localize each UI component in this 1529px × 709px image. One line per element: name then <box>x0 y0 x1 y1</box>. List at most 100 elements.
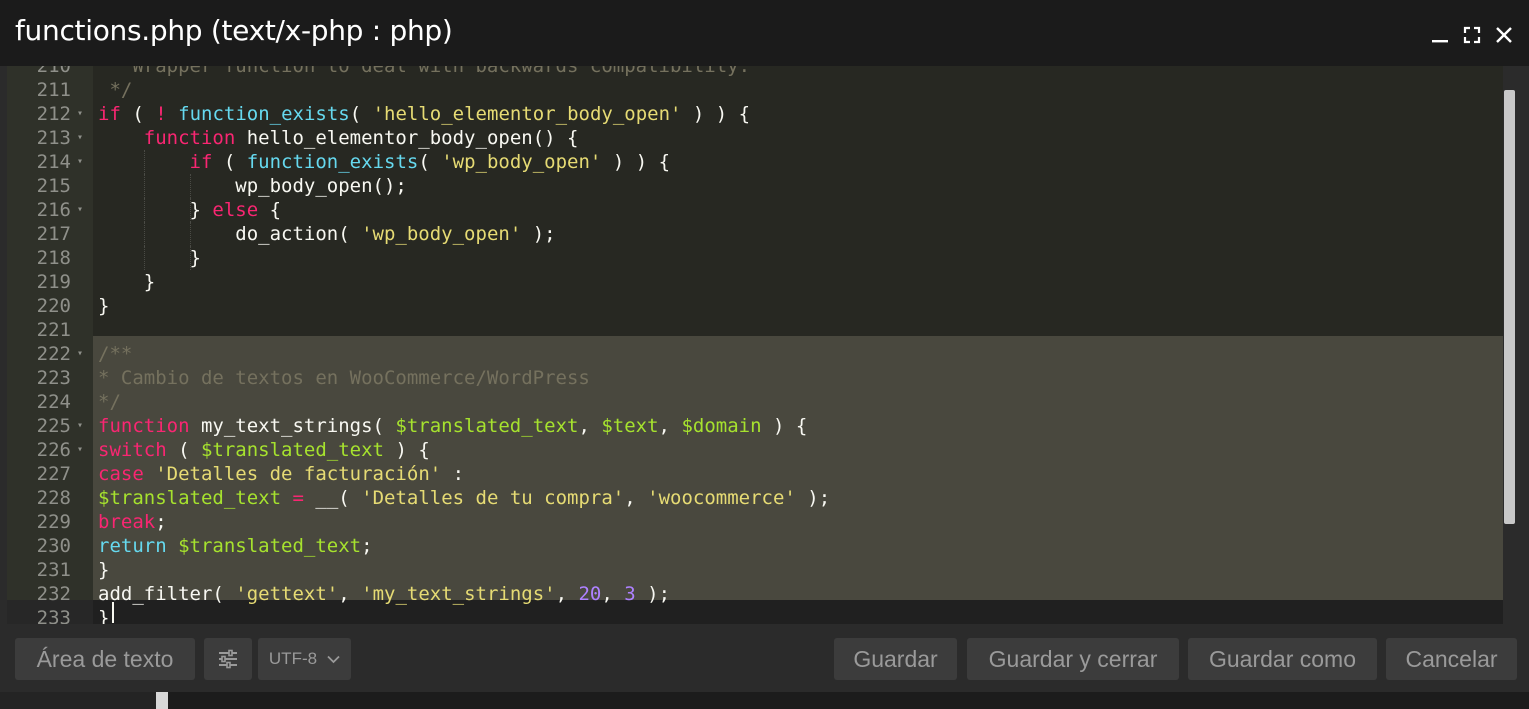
encoding-select[interactable]: UTF-8 <box>258 638 351 680</box>
line-number: 224 <box>36 391 71 413</box>
line-code[interactable]: } <box>98 606 109 624</box>
line-code[interactable]: } <box>98 270 155 294</box>
code-token: Wrapper function to deal with backwards … <box>98 66 751 77</box>
code-line[interactable]: 216 ▾ } else { <box>7 198 1517 222</box>
code-token: hello_elementor_body_open() { <box>235 127 579 149</box>
code-line[interactable]: 223 * Cambio de textos en WooCommerce/Wor… <box>7 366 1517 390</box>
settings-button[interactable] <box>204 638 252 680</box>
code-token: { <box>258 199 282 221</box>
line-code[interactable]: wp_body_open(); <box>98 174 407 198</box>
save-as-button[interactable]: Guardar como <box>1188 638 1377 680</box>
line-code[interactable]: add_filter( 'gettext', 'my_text_strings'… <box>98 582 670 606</box>
code-line[interactable]: 211 */ <box>7 78 1517 102</box>
code-line[interactable]: 222 ▾ /** <box>7 342 1517 366</box>
code-token: ( <box>212 151 247 173</box>
line-code[interactable]: } <box>98 558 109 582</box>
code-line[interactable]: 212 ▾ if ( ! function_exists( 'hello_eleme… <box>7 102 1517 126</box>
code-token: } <box>98 559 110 581</box>
code-token: ); <box>795 487 831 509</box>
code-line[interactable]: 232 add_filter( 'gettext', 'my_text_strin… <box>7 582 1517 606</box>
code-token: /** <box>98 343 133 365</box>
code-token: ) ) { <box>601 151 671 173</box>
code-token: $translated_text <box>98 487 282 509</box>
code-line[interactable]: 229 break; <box>7 510 1517 534</box>
title-bar[interactable]: functions.php (text/x-php : php) <box>0 0 1529 66</box>
code-line[interactable]: 233} <box>7 606 1517 624</box>
line-number: 232 <box>36 583 71 605</box>
code-token: } <box>98 247 201 269</box>
code-token: , <box>338 583 362 605</box>
fold-arrow-icon[interactable]: ▾ <box>77 342 89 366</box>
code-editor[interactable]: 210 Wrapper function to deal with backwa… <box>7 66 1517 624</box>
code-line[interactable]: 224 */ <box>7 390 1517 414</box>
line-code[interactable]: /** <box>98 342 132 366</box>
line-code[interactable]: */ <box>98 390 121 414</box>
line-code[interactable]: function hello_elementor_body_open() { <box>98 126 579 150</box>
vertical-scrollbar[interactable] <box>1503 66 1517 624</box>
close-icon[interactable] <box>1495 26 1513 44</box>
code-line[interactable]: 228 $translated_text = __( 'Detalles de t… <box>7 486 1517 510</box>
save-and-close-button[interactable]: Guardar y cerrar <box>967 638 1179 680</box>
line-code[interactable]: switch ( $translated_text ) { <box>98 438 430 462</box>
line-number: 219 <box>36 271 71 293</box>
code-line[interactable]: 231} <box>7 558 1517 582</box>
line-code[interactable]: break; <box>98 510 167 534</box>
save-button[interactable]: Guardar <box>834 638 957 680</box>
minimize-icon[interactable] <box>1431 26 1449 44</box>
code-lines[interactable]: 210 Wrapper function to deal with backwa… <box>7 66 1517 624</box>
code-line[interactable]: 213 ▾ function hello_elementor_body_open(… <box>7 126 1517 150</box>
line-number: 211 <box>36 79 71 101</box>
fold-arrow-icon[interactable]: ▾ <box>77 414 89 438</box>
code-token: $translated_text <box>178 535 362 557</box>
code-line[interactable]: 210 Wrapper function to deal with backwa… <box>7 66 1517 78</box>
code-line[interactable]: 230 return $translated_text; <box>7 534 1517 558</box>
textarea-mode-button[interactable]: Área de texto <box>15 638 195 680</box>
line-number: 218 <box>36 247 71 269</box>
line-code[interactable]: Wrapper function to deal with backwards … <box>98 66 750 78</box>
line-code[interactable]: do_action( 'wp_body_open' ); <box>98 222 555 246</box>
code-line[interactable]: 227 case 'Detalles de facturación' : <box>7 462 1517 486</box>
line-number: 233 <box>36 607 71 624</box>
line-code[interactable]: $translated_text = __( 'Detalles de tu c… <box>98 486 830 510</box>
line-code[interactable]: */ <box>98 78 132 102</box>
code-line[interactable]: 214 ▾ if ( function_exists( 'wp_body_open… <box>7 150 1517 174</box>
line-number: 230 <box>36 535 71 557</box>
code-line[interactable]: 226 ▾ switch ( $translated_text ) { <box>7 438 1517 462</box>
maximize-icon[interactable] <box>1463 26 1481 44</box>
line-number: 226 <box>36 439 71 461</box>
line-code[interactable]: } <box>98 294 109 318</box>
line-code[interactable]: * Cambio de textos en WooCommerce/WordPr… <box>98 366 590 390</box>
code-token: $translated_text <box>395 415 579 437</box>
code-token: my_text_strings( <box>189 415 396 437</box>
code-line[interactable]: 215 wp_body_open(); <box>7 174 1517 198</box>
code-token: 20 <box>578 583 602 605</box>
code-line[interactable]: 218 } <box>7 246 1517 270</box>
code-line[interactable]: 225 ▾ function my_text_strings( $translate… <box>7 414 1517 438</box>
code-line[interactable]: 221 <box>7 318 1517 342</box>
line-code[interactable]: return $translated_text; <box>98 534 373 558</box>
fold-arrow-icon[interactable]: ▾ <box>77 438 89 462</box>
line-code[interactable]: } <box>98 246 201 270</box>
code-line[interactable]: 220} <box>7 294 1517 318</box>
code-token: 3 <box>624 583 636 605</box>
line-code[interactable]: } else { <box>98 198 282 222</box>
fold-arrow-icon[interactable]: ▾ <box>77 150 89 174</box>
code-token: function_exists <box>246 151 419 173</box>
line-number: 210 <box>36 66 71 77</box>
line-number: 222 <box>36 343 71 365</box>
line-code[interactable]: function my_text_strings( $translated_te… <box>98 414 807 438</box>
cancel-button[interactable]: Cancelar <box>1386 638 1517 680</box>
fold-arrow-icon[interactable]: ▾ <box>77 126 89 150</box>
code-token: switch <box>98 439 167 461</box>
code-line[interactable]: 219 } <box>7 270 1517 294</box>
scrollbar-thumb[interactable] <box>1504 90 1515 524</box>
fold-arrow-icon[interactable]: ▾ <box>77 102 89 126</box>
line-code[interactable]: case 'Detalles de facturación' : <box>98 462 464 486</box>
code-token: case <box>98 463 144 485</box>
line-code[interactable]: if ( function_exists( 'wp_body_open' ) )… <box>98 150 671 174</box>
code-line[interactable]: 217 do_action( 'wp_body_open' ); <box>7 222 1517 246</box>
line-code[interactable]: if ( ! function_exists( 'hello_elementor… <box>98 102 750 126</box>
fold-arrow-icon[interactable]: ▾ <box>77 198 89 222</box>
